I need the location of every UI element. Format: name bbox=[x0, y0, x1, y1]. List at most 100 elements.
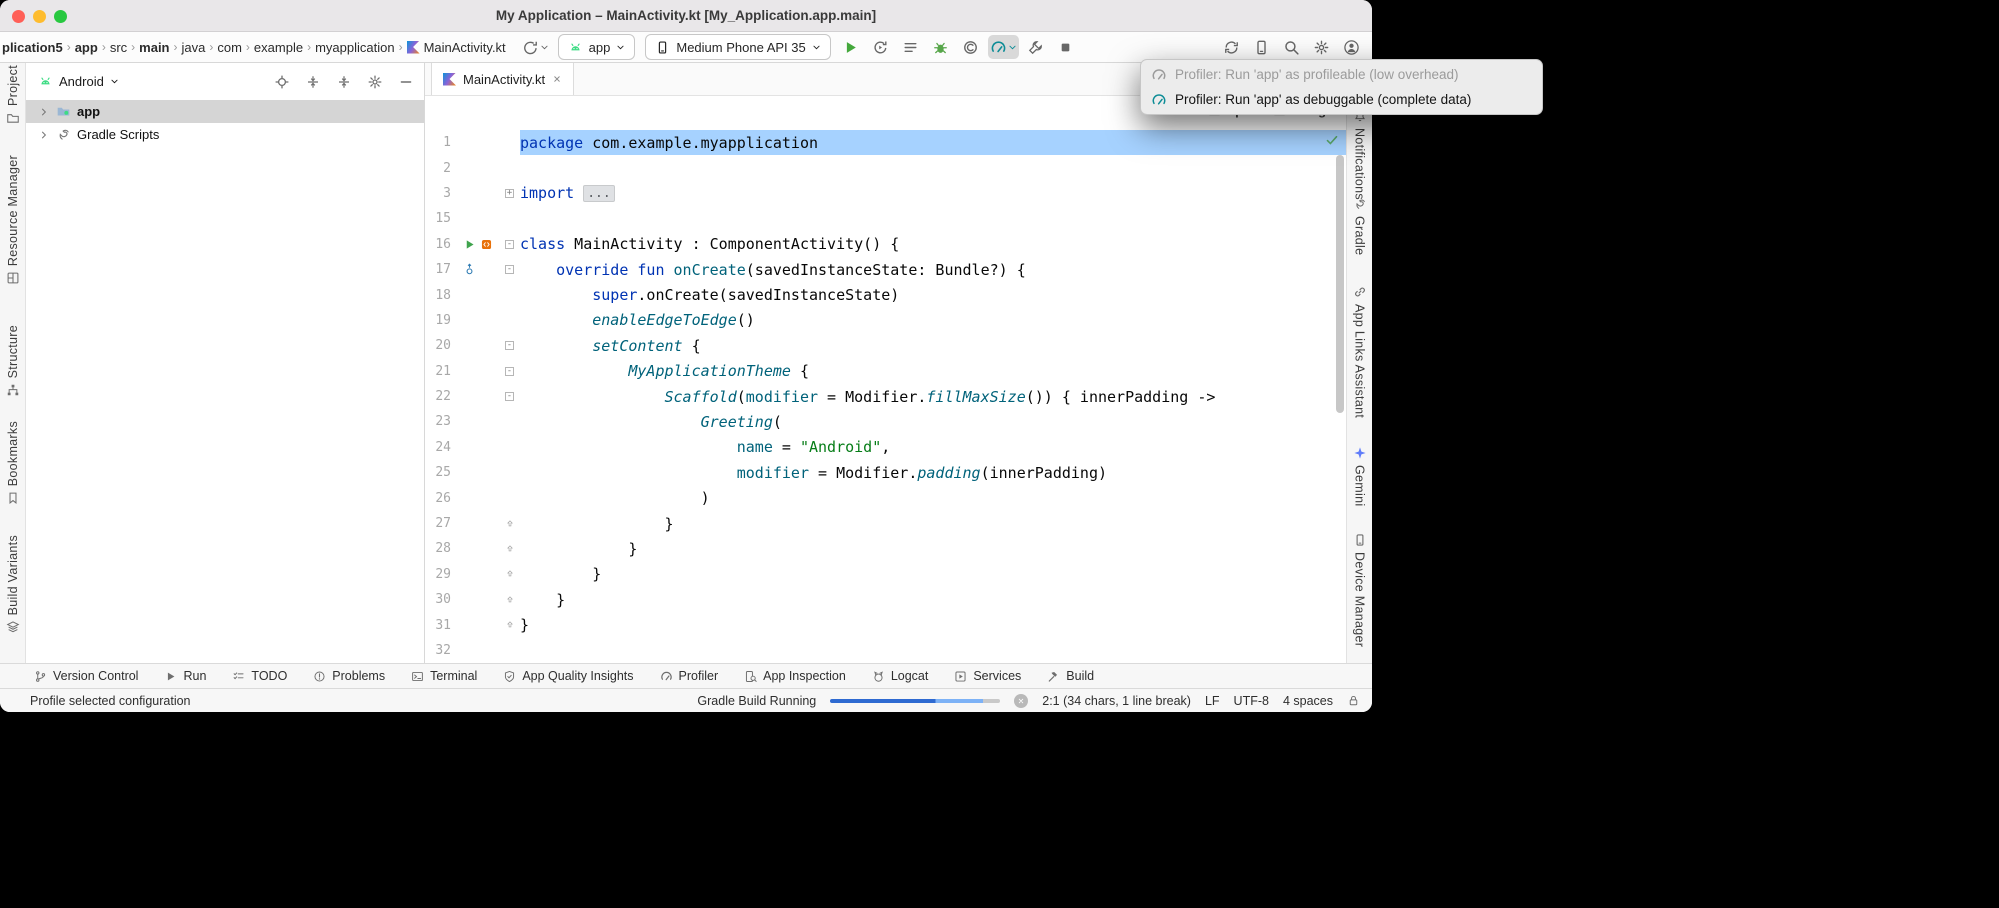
fold-toggle-icon[interactable]: + bbox=[505, 189, 514, 198]
cancel-build-button[interactable] bbox=[1014, 694, 1028, 708]
fold-end-icon[interactable] bbox=[505, 544, 515, 554]
breadcrumb-item[interactable]: app bbox=[75, 40, 98, 55]
editor-scrollbar[interactable] bbox=[1336, 155, 1344, 413]
code-text[interactable]: package com.example.myapplication bbox=[520, 130, 1346, 155]
breadcrumb-item[interactable]: main bbox=[139, 40, 169, 55]
close-window-button[interactable] bbox=[12, 10, 25, 23]
project-view-select[interactable]: Android bbox=[38, 74, 268, 89]
code-text[interactable]: modifier = Modifier.padding(innerPadding… bbox=[520, 460, 1346, 485]
tool-stripe-project[interactable]: Project bbox=[0, 65, 25, 125]
device-select[interactable]: Medium Phone API 35 bbox=[645, 34, 830, 60]
expand-all-button[interactable] bbox=[305, 74, 321, 90]
locate-file-button[interactable] bbox=[274, 74, 290, 90]
code-text[interactable]: } bbox=[520, 536, 1346, 561]
tool-window-build[interactable]: Build bbox=[1047, 669, 1094, 683]
panel-settings-button[interactable] bbox=[367, 74, 383, 90]
readonly-lock-icon[interactable] bbox=[1347, 694, 1360, 707]
tool-window-app-inspection[interactable]: App Inspection bbox=[744, 669, 846, 683]
fold-toggle-icon[interactable]: - bbox=[505, 341, 514, 350]
collapse-all-button[interactable] bbox=[336, 74, 352, 90]
code-text[interactable]: MyApplicationTheme { bbox=[520, 359, 1346, 384]
history-button[interactable] bbox=[520, 35, 551, 59]
tool-stripe-gemini[interactable]: Gemini bbox=[1347, 446, 1372, 506]
code-text[interactable]: } bbox=[520, 612, 1346, 637]
tool-window-app-quality-insights[interactable]: App Quality Insights bbox=[503, 669, 633, 683]
sync-project-button[interactable] bbox=[1218, 35, 1244, 59]
code-text[interactable]: import ... bbox=[520, 181, 1346, 206]
stop-button[interactable] bbox=[1053, 35, 1079, 59]
fold-end-icon[interactable] bbox=[505, 620, 515, 630]
user-avatar-button[interactable] bbox=[1338, 35, 1364, 59]
tool-stripe-gradle[interactable]: Gradle bbox=[1347, 197, 1372, 255]
breadcrumb-item[interactable]: plication5 bbox=[2, 40, 63, 55]
tree-item-gradle-scripts[interactable]: Gradle Scripts bbox=[26, 123, 424, 146]
search-button[interactable] bbox=[1278, 35, 1304, 59]
attach-profiler-button[interactable] bbox=[1023, 35, 1049, 59]
overriding-method-icon[interactable] bbox=[463, 263, 476, 276]
tool-stripe-notifications[interactable]: Notifications bbox=[1347, 109, 1372, 200]
minimize-window-button[interactable] bbox=[33, 10, 46, 23]
code-text[interactable]: override fun onCreate(savedInstanceState… bbox=[520, 257, 1346, 282]
caret-position[interactable]: 2:1 (34 chars, 1 line break) bbox=[1042, 694, 1191, 708]
run-dashboard-button[interactable] bbox=[898, 35, 924, 59]
breadcrumb-item[interactable]: example bbox=[254, 40, 303, 55]
popup-item-profiler-debuggable[interactable]: Profiler: Run 'app' as debuggable (compl… bbox=[1141, 87, 1542, 112]
fold-toggle-icon[interactable]: - bbox=[505, 392, 514, 401]
breadcrumb-item[interactable]: java bbox=[182, 40, 206, 55]
tool-window-run[interactable]: Run bbox=[164, 669, 206, 683]
breadcrumb-item[interactable]: src bbox=[110, 40, 127, 55]
code-text[interactable]: } bbox=[520, 587, 1346, 612]
run-config-select[interactable]: app bbox=[558, 34, 636, 60]
code-text[interactable]: } bbox=[520, 562, 1346, 587]
fold-end-icon[interactable] bbox=[505, 569, 515, 579]
code-text[interactable]: Scaffold(modifier = Modifier.fillMaxSize… bbox=[520, 384, 1346, 409]
breadcrumb-item[interactable]: com bbox=[217, 40, 242, 55]
tool-stripe-build-variants[interactable]: Build Variants bbox=[0, 535, 25, 634]
run-main-icon[interactable] bbox=[463, 238, 476, 251]
tool-stripe-resource-manager[interactable]: Resource Manager bbox=[0, 155, 25, 285]
zoom-window-button[interactable] bbox=[54, 10, 67, 23]
code-text[interactable]: ) bbox=[520, 485, 1346, 510]
settings-button[interactable] bbox=[1308, 35, 1334, 59]
tool-window-todo[interactable]: TODO bbox=[232, 669, 287, 683]
compose-preview-icon[interactable] bbox=[480, 238, 493, 251]
code-text[interactable]: Greeting( bbox=[520, 409, 1346, 434]
code-text[interactable]: enableEdgeToEdge() bbox=[520, 308, 1346, 333]
code-editor[interactable]: 1package com.example.myapplication23+imp… bbox=[425, 96, 1346, 663]
code-text[interactable]: } bbox=[520, 511, 1346, 536]
tool-window-problems[interactable]: Problems bbox=[313, 669, 385, 683]
hide-panel-button[interactable] bbox=[398, 74, 414, 90]
tree-item-app[interactable]: app bbox=[26, 100, 424, 123]
tab-mainactivity[interactable]: MainActivity.kt bbox=[431, 63, 574, 95]
tool-stripe-device-manager[interactable]: Device Manager bbox=[1347, 533, 1372, 647]
tool-stripe-structure[interactable]: Structure bbox=[0, 325, 25, 397]
code-text[interactable]: setContent { bbox=[520, 333, 1346, 358]
breadcrumb-item[interactable]: myapplication bbox=[315, 40, 395, 55]
tool-window-services[interactable]: Services bbox=[954, 669, 1021, 683]
debug-button[interactable] bbox=[928, 35, 954, 59]
fold-toggle-icon[interactable]: - bbox=[505, 240, 514, 249]
device-manager-button[interactable] bbox=[1248, 35, 1274, 59]
fold-end-icon[interactable] bbox=[505, 595, 515, 605]
tab-close-icon[interactable] bbox=[552, 74, 562, 84]
fold-end-icon[interactable] bbox=[505, 519, 515, 529]
tool-stripe-bookmarks[interactable]: Bookmarks bbox=[0, 421, 25, 505]
indent-setting[interactable]: 4 spaces bbox=[1283, 694, 1333, 708]
apply-changes-button[interactable] bbox=[868, 35, 894, 59]
tool-window-version-control[interactable]: Version Control bbox=[34, 669, 138, 683]
fold-toggle-icon[interactable]: - bbox=[505, 367, 514, 376]
line-separator[interactable]: LF bbox=[1205, 694, 1220, 708]
tool-window-terminal[interactable]: Terminal bbox=[411, 669, 477, 683]
code-text[interactable]: class MainActivity : ComponentActivity()… bbox=[520, 232, 1346, 257]
run-button[interactable] bbox=[838, 35, 864, 59]
file-encoding[interactable]: UTF-8 bbox=[1234, 694, 1269, 708]
tool-stripe-app-links-assistant[interactable]: App Links Assistant bbox=[1347, 285, 1372, 418]
fold-toggle-icon[interactable]: - bbox=[505, 265, 514, 274]
breadcrumb-item[interactable]: MainActivity.kt bbox=[407, 40, 506, 55]
inspections-ok-icon[interactable] bbox=[1325, 133, 1339, 147]
code-text[interactable] bbox=[520, 638, 1346, 663]
tool-window-logcat[interactable]: Logcat bbox=[872, 669, 929, 683]
coverage-button[interactable] bbox=[958, 35, 984, 59]
code-text[interactable]: name = "Android", bbox=[520, 435, 1346, 460]
code-text[interactable] bbox=[520, 155, 1346, 180]
